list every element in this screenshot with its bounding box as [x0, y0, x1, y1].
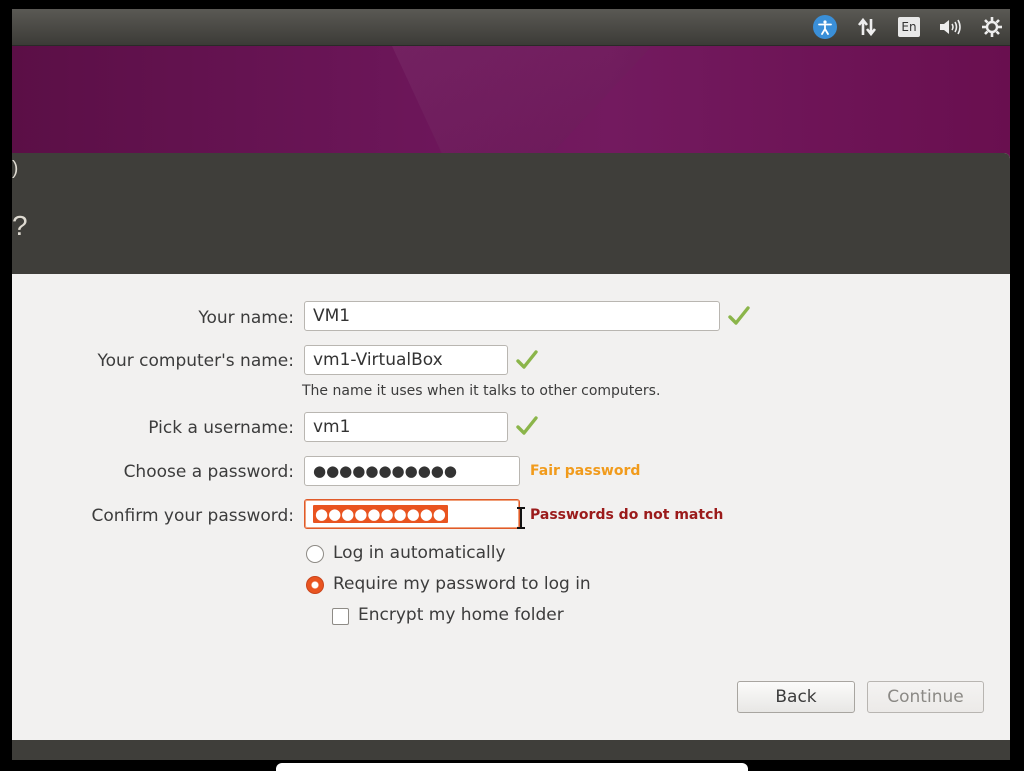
- installer-window: ) ? Your name: VM1 Your computer's name:…: [12, 153, 1010, 760]
- password-strength-label: Fair password: [530, 463, 641, 479]
- login-automatically-radio[interactable]: [306, 545, 324, 563]
- login-automatically-label[interactable]: Log in automatically: [333, 543, 506, 563]
- text-cursor-icon: [517, 507, 525, 529]
- encrypt-home-label[interactable]: Encrypt my home folder: [358, 605, 564, 625]
- your-name-label: Your name:: [198, 308, 294, 328]
- volume-icon: [940, 19, 961, 35]
- network-indicator[interactable]: [855, 15, 879, 39]
- window-title: ): [12, 158, 19, 179]
- username-valid-check-icon: [516, 416, 538, 435]
- keyboard-layout-indicator[interactable]: En: [897, 15, 921, 39]
- confirm-password-selection: ●●●●●●●●●●: [313, 505, 448, 523]
- password-label: Choose a password:: [123, 462, 294, 482]
- name-valid-check-icon: [728, 306, 750, 325]
- session-indicator[interactable]: [980, 15, 1004, 39]
- back-button[interactable]: Back: [737, 681, 855, 713]
- username-label: Pick a username:: [148, 418, 294, 438]
- desktop-background: [12, 46, 1010, 158]
- computer-name-label: Your computer's name:: [97, 351, 294, 371]
- window-bottom-bar: [12, 740, 1010, 760]
- require-password-radio[interactable]: [306, 576, 324, 594]
- continue-button[interactable]: Continue: [867, 681, 984, 713]
- keyboard-layout-label: En: [901, 20, 917, 34]
- page-title: ?: [12, 210, 28, 241]
- confirm-password-label: Confirm your password:: [91, 506, 294, 526]
- volume-indicator[interactable]: [936, 15, 964, 39]
- page-header: ?: [12, 193, 1010, 274]
- confirm-password-input[interactable]: ●●●●●●●●●●: [304, 499, 520, 529]
- encrypt-home-checkbox[interactable]: [332, 608, 349, 625]
- top-panel: En: [12, 9, 1010, 46]
- password-input[interactable]: ●●●●●●●●●●●: [304, 456, 520, 486]
- network-icon: [857, 17, 877, 37]
- computer-name-valid-check-icon: [516, 350, 538, 369]
- accessibility-icon: [813, 15, 837, 39]
- accessibility-indicator[interactable]: [812, 15, 838, 39]
- your-name-input[interactable]: VM1: [304, 301, 720, 331]
- require-password-label[interactable]: Require my password to log in: [333, 574, 591, 594]
- computer-name-hint: The name it uses when it talks to other …: [302, 383, 661, 399]
- bottom-dock-edge: [276, 763, 748, 771]
- power-gear-icon: [982, 17, 1002, 37]
- window-title-bar[interactable]: ): [12, 153, 1010, 193]
- keyboard-layout-icon: En: [898, 17, 920, 37]
- password-mismatch-error: Passwords do not match: [530, 507, 724, 523]
- computer-name-input[interactable]: vm1-VirtualBox: [304, 345, 508, 375]
- username-input[interactable]: vm1: [304, 412, 508, 442]
